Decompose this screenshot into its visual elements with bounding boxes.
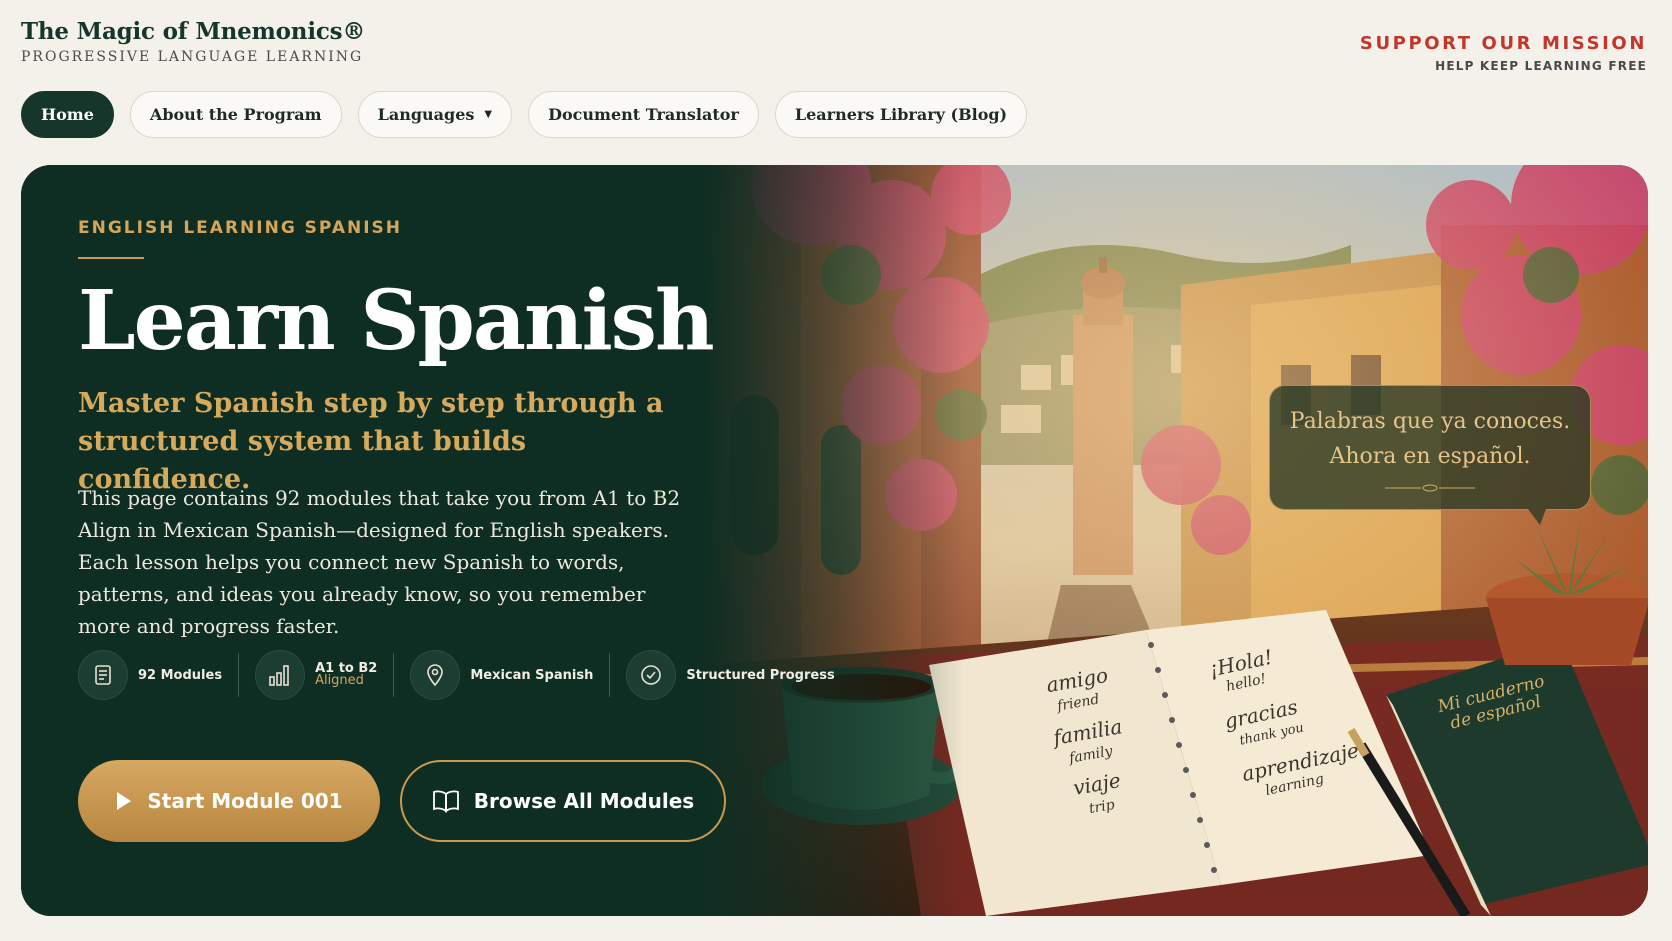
support-subtitle: HELP KEEP LEARNING FREE xyxy=(1435,59,1647,73)
feature-list: 92 Modules A1 to B2 Aligned Mexican Span… xyxy=(78,649,835,701)
speech-bubble: Palabras que ya conoces. Ahora en españo… xyxy=(1269,385,1591,525)
location-pin-icon xyxy=(410,650,461,700)
feature-divider xyxy=(609,653,611,697)
main-nav: Home About the Program Languages ▼ Docume… xyxy=(21,91,1028,138)
feature-progress-label: Structured Progress xyxy=(686,667,835,683)
support-title[interactable]: SUPPORT OUR MISSION xyxy=(1360,33,1647,54)
play-icon xyxy=(115,790,133,812)
feature-modules: 92 Modules xyxy=(78,649,222,701)
feature-modules-label: 92 Modules xyxy=(138,667,223,683)
browse-modules-label: Browse All Modules xyxy=(473,789,695,813)
speech-line-1: Palabras que ya conoces. xyxy=(1289,409,1571,434)
hero-actions: Start Module 001 Browse All Modules xyxy=(78,760,726,842)
hero-eyebrow: ENGLISH LEARNING SPANISH xyxy=(78,218,403,238)
feature-divider xyxy=(238,653,240,697)
feature-dialect-label: Mexican Spanish xyxy=(470,667,594,683)
brand-title[interactable]: The Magic of Mnemonics® xyxy=(21,18,365,45)
feature-level-label: A1 to B2 Aligned xyxy=(315,662,377,688)
document-icon xyxy=(78,650,128,700)
hero-banner: amigo friend familia family viaje trip ¡… xyxy=(21,165,1648,916)
feature-level-line2: Aligned xyxy=(315,673,364,688)
speech-line-2: Ahora en español. xyxy=(1329,444,1531,469)
nav-home-label: Home xyxy=(41,105,94,124)
nav-learners-library[interactable]: Learners Library (Blog) xyxy=(774,91,1028,138)
nav-languages-label: Languages xyxy=(377,105,475,124)
eyebrow-divider xyxy=(78,257,144,259)
nav-document-translator[interactable]: Document Translator xyxy=(528,91,759,138)
hero-description: This page contains 92 modules that take … xyxy=(78,486,681,638)
check-circle-icon xyxy=(626,650,677,700)
nav-translator-label: Document Translator xyxy=(548,105,739,124)
brand-subtitle: PROGRESSIVE LANGUAGE LEARNING xyxy=(21,49,364,65)
nav-about[interactable]: About the Program xyxy=(129,91,342,138)
ornament-divider-icon xyxy=(1385,484,1475,492)
feature-divider xyxy=(393,653,395,697)
feature-level: A1 to B2 Aligned xyxy=(255,649,377,701)
feature-progress: Structured Progress xyxy=(626,649,835,701)
speech-bubble-tail xyxy=(1528,509,1546,525)
start-module-button[interactable]: Start Module 001 xyxy=(78,760,380,842)
chevron-down-icon: ▼ xyxy=(484,109,493,120)
feature-dialect: Mexican Spanish xyxy=(410,649,593,701)
brand[interactable]: The Magic of Mnemonics® PROGRESSIVE LANG… xyxy=(21,18,365,65)
nav-about-label: About the Program xyxy=(149,105,322,124)
nav-home[interactable]: Home xyxy=(21,91,114,138)
hero-title: Learn Spanish xyxy=(78,273,715,369)
nav-languages-dropdown[interactable]: Languages ▼ xyxy=(357,91,513,138)
start-module-label: Start Module 001 xyxy=(147,789,343,813)
bar-chart-icon xyxy=(255,650,306,700)
support-link[interactable]: SUPPORT OUR MISSION HELP KEEP LEARNING F… xyxy=(1360,33,1647,73)
browse-modules-button[interactable]: Browse All Modules xyxy=(400,760,726,842)
nav-library-label: Learners Library (Blog) xyxy=(794,105,1008,124)
open-book-icon xyxy=(432,789,460,813)
